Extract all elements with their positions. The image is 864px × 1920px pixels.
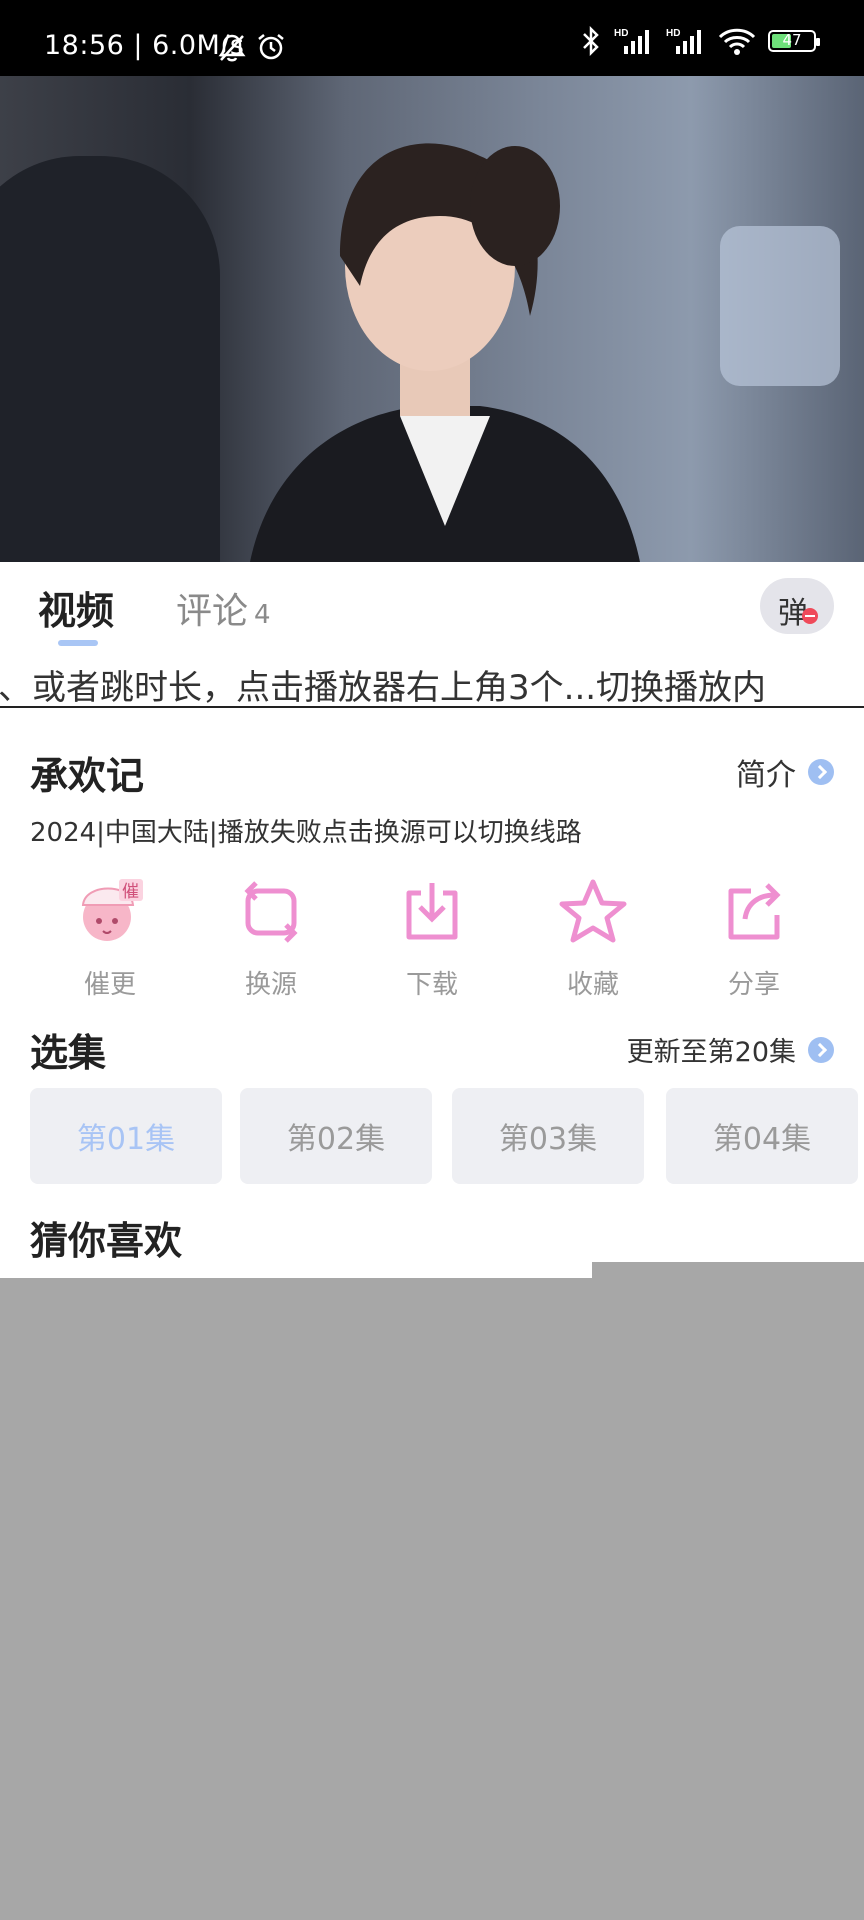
danmu-off-icon xyxy=(802,608,818,624)
intro-link[interactable]: 简介 xyxy=(736,750,834,794)
intro-label: 简介 xyxy=(736,758,796,793)
urge-button[interactable]: 催 催更 xyxy=(50,872,170,1001)
action-row: 催 催更 换源 下载 收藏 分享 xyxy=(30,872,834,1002)
favorite-button[interactable]: 收藏 xyxy=(533,872,653,1001)
episodes-update-link[interactable]: 更新至第20集 xyxy=(627,1030,834,1069)
share-icon xyxy=(728,883,781,940)
star-icon xyxy=(559,879,627,943)
switch-source-button[interactable]: 换源 xyxy=(211,872,331,1001)
recommend-title: 猜你喜欢 xyxy=(30,1219,183,1263)
download-icon xyxy=(406,883,458,940)
episode-item[interactable]: 第01集 xyxy=(30,1088,222,1184)
notice-marquee: 败、或者跳时长，点击播放器右上角3个...切换播放内 xyxy=(0,660,864,710)
episodes-title: 选集 xyxy=(30,1031,107,1075)
video-frame xyxy=(250,143,640,562)
episodes-update-text: 更新至第20集 xyxy=(626,1037,796,1068)
tab-bar: 视频 评论 4 弹 xyxy=(0,562,864,652)
status-bar: 18:56 | 6.0M/s HD HD 47 xyxy=(0,0,864,76)
video-player[interactable] xyxy=(0,76,864,562)
status-right-icons: HD HD 47 xyxy=(580,26,820,56)
favorite-label: 收藏 xyxy=(566,970,619,1000)
share-button[interactable]: 分享 xyxy=(694,872,814,1001)
mute-bell-icon xyxy=(218,34,246,62)
switch-source-label: 换源 xyxy=(244,970,297,1000)
signal-hd-icon: HD xyxy=(614,28,649,54)
signal-hd-icon: HD xyxy=(666,28,701,54)
episode-item[interactable]: 第04集 xyxy=(666,1088,858,1184)
danmu-toggle-button[interactable]: 弹 xyxy=(760,578,834,634)
comments-count: 4 xyxy=(254,600,271,630)
battery-icon: 47 xyxy=(768,30,820,52)
share-label: 分享 xyxy=(727,970,780,1000)
switch-source-icon xyxy=(244,881,298,943)
tab-comments-label: 评论 xyxy=(176,591,249,632)
urge-mascot-icon: 催 xyxy=(81,879,143,941)
episode-item[interactable]: 第03集 xyxy=(452,1088,644,1184)
battery-level: 47 xyxy=(782,31,802,49)
tab-comments[interactable]: 评论 4 xyxy=(176,582,271,634)
tab-video[interactable]: 视频 xyxy=(38,580,114,635)
episode-item[interactable]: 第02集 xyxy=(240,1088,432,1184)
alarm-icon xyxy=(258,34,284,60)
download-button[interactable]: 下载 xyxy=(372,872,492,1001)
notice-text: 败、或者跳时长，点击播放器右上角3个...切换播放内 xyxy=(0,668,767,708)
show-meta: 2024|中国大陆|播放失败点击换源可以切换线路 xyxy=(30,818,582,848)
wifi-icon xyxy=(718,28,756,55)
svg-text:HD: HD xyxy=(666,28,680,39)
svg-text:HD: HD xyxy=(614,28,628,39)
overlay-panel-edge xyxy=(592,1262,864,1278)
urge-badge: 催 xyxy=(122,882,139,902)
notice-divider xyxy=(0,706,864,708)
show-title: 承欢记 xyxy=(30,754,145,798)
chevron-right-icon xyxy=(808,1036,834,1063)
bluetooth-icon xyxy=(583,26,599,56)
status-time: 18:56 | 6.0M/s xyxy=(44,30,245,61)
urge-label: 催更 xyxy=(83,970,136,1000)
grey-overlay xyxy=(0,1278,864,1920)
download-label: 下载 xyxy=(405,970,458,1000)
tab-active-indicator xyxy=(58,640,98,646)
episode-list: 第01集 第02集 第03集 第04集 xyxy=(30,1088,864,1184)
chevron-right-icon xyxy=(808,759,834,785)
